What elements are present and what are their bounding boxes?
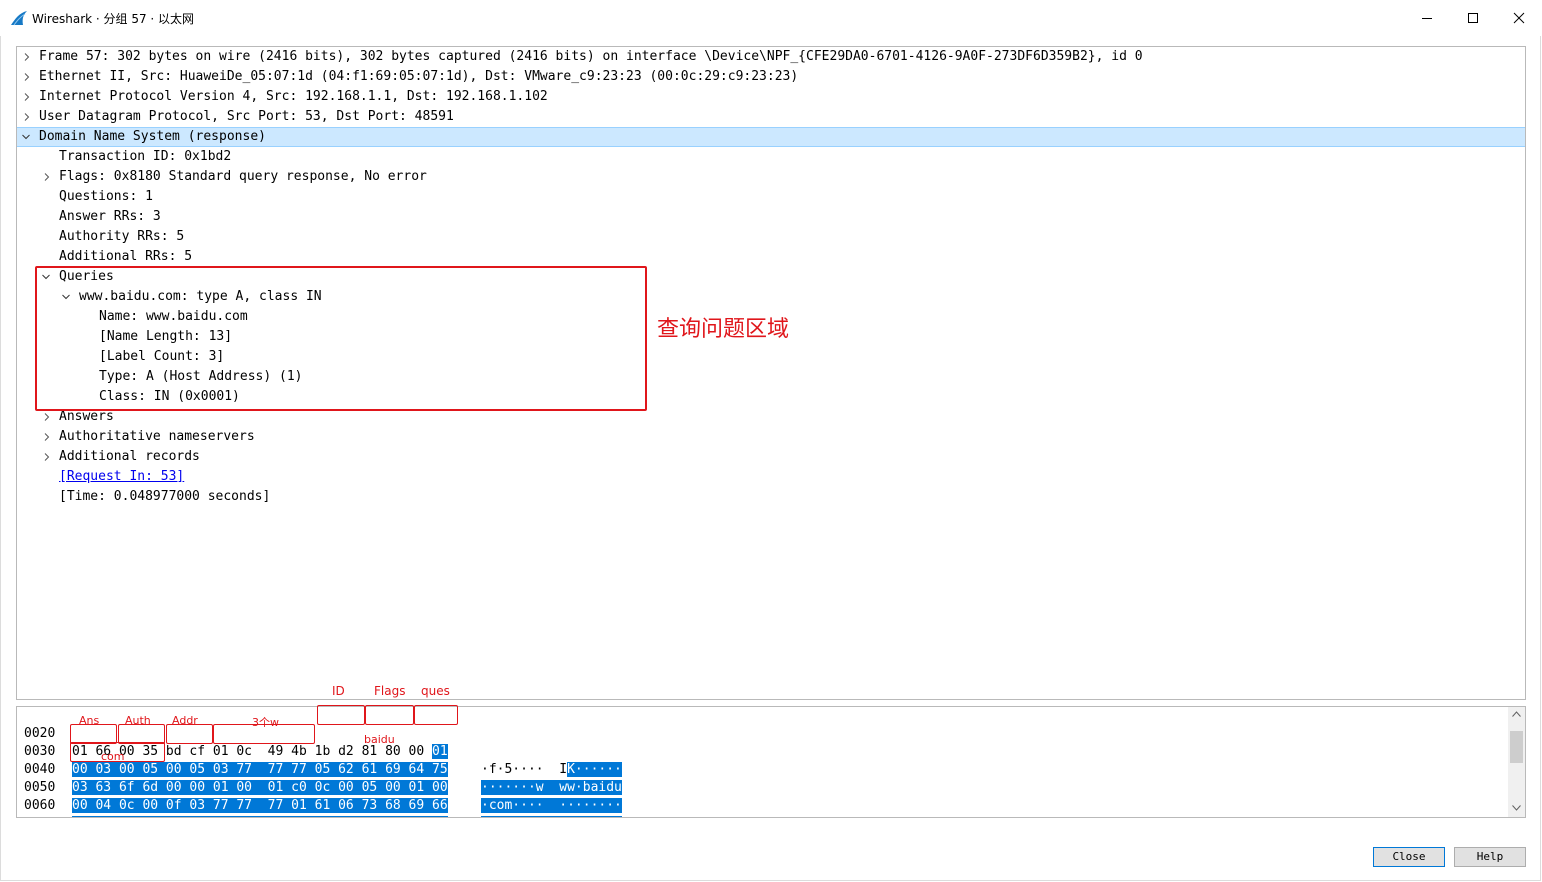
ans-bytes-annotation-box xyxy=(70,724,117,744)
chevron-right-icon[interactable] xyxy=(23,73,31,81)
addr-annotation-label: Addr xyxy=(172,714,198,727)
id-bytes-annotation-box xyxy=(317,705,365,725)
chevron-right-icon[interactable] xyxy=(43,173,51,181)
maximize-button[interactable] xyxy=(1450,0,1496,36)
ques-bytes-annotation-box xyxy=(414,705,458,725)
tree-row-text: User Datagram Protocol, Src Port: 53, Ds… xyxy=(39,109,454,124)
ans-annotation-label: Ans xyxy=(79,714,100,727)
minimize-icon xyxy=(1422,18,1432,19)
request-in-link[interactable]: [Request In: 53] xyxy=(59,467,184,487)
scroll-up-icon[interactable] xyxy=(1512,711,1521,717)
baidu-annotation-label: baidu xyxy=(364,733,395,746)
hex-row[interactable]: 0060 65 6e c0 16 c0 2b 00 01 00 01 00 00… xyxy=(17,779,637,817)
tree-row-udp[interactable]: User Datagram Protocol, Src Port: 53, Ds… xyxy=(17,107,1525,127)
chevron-right-icon[interactable] xyxy=(43,433,51,441)
com-annotation-label: com xyxy=(101,750,125,763)
tree-row-text: Authoritative nameservers xyxy=(59,429,255,444)
hex-row[interactable]: 0050 00 04 0c 00 0f 03 77 77 77 01 61 06… xyxy=(17,761,637,817)
queries-annotation-box xyxy=(35,266,647,411)
tree-row-text: Transaction ID: 0x1bd2 xyxy=(59,149,232,164)
tree-row-ipv4[interactable]: Internet Protocol Version 4, Src: 192.16… xyxy=(17,87,1525,107)
hex-dump-pane[interactable]: 0020 01 66 00 35 bd cf 01 0c 49 4b 1b d2… xyxy=(16,706,1526,818)
hex-offset: 0070 xyxy=(24,815,55,817)
tree-row-text: Additional records xyxy=(59,449,200,464)
window-title: Wireshark · 分组 57 · 以太网 xyxy=(32,12,195,26)
tree-row-text: Authority RRs: 5 xyxy=(59,229,185,244)
auth-annotation-label: Auth xyxy=(125,714,151,727)
ques-annotation-label: ques xyxy=(421,684,450,698)
tree-row-text: Questions: 1 xyxy=(59,189,153,204)
maximize-icon xyxy=(1468,13,1478,23)
tree-row-flags[interactable]: Flags: 0x8180 Standard query response, N… xyxy=(17,167,1525,187)
chevron-right-icon[interactable] xyxy=(43,413,51,421)
tree-row-transaction-id[interactable]: Transaction ID: 0x1bd2 xyxy=(17,147,1525,167)
tree-row-text: Answer RRs: 3 xyxy=(59,209,161,224)
tree-row-additional-rrs[interactable]: Additional RRs: 5 xyxy=(17,247,1525,267)
flags-annotation-label: Flags xyxy=(374,684,406,698)
close-button[interactable]: Close xyxy=(1373,847,1445,867)
scroll-thumb[interactable] xyxy=(1510,731,1523,763)
id-annotation-label: ID xyxy=(332,684,345,698)
tree-row-request-in[interactable]: [Request In: 53] xyxy=(17,467,1525,487)
three-w-annotation-label: 3个w xyxy=(252,716,279,729)
hex-bytes[interactable]: 65 6e c0 16 c0 2b 00 01 00 01 00 00 02 5… xyxy=(72,815,448,817)
tree-row-authoritative-nameservers[interactable]: Authoritative nameservers xyxy=(17,427,1525,447)
tree-row-text: Domain Name System (response) xyxy=(39,129,266,144)
wireshark-fin-icon xyxy=(10,10,28,26)
tree-row-dns[interactable]: Domain Name System (response) xyxy=(17,127,1525,147)
tree-row-text: Ethernet II, Src: HuaweiDe_05:07:1d (04:… xyxy=(39,69,799,84)
chevron-right-icon[interactable] xyxy=(23,53,31,61)
tree-row-text: Flags: 0x8180 Standard query response, N… xyxy=(59,169,427,184)
chevron-right-icon[interactable] xyxy=(23,113,31,121)
hex-row[interactable]: 0070 0e d7 b1 26 c0 2b 00 01 00 01 00 00… xyxy=(17,797,637,817)
tree-row-text: [Time: 0.048977000 seconds] xyxy=(59,489,271,504)
tree-row-additional-records[interactable]: Additional records xyxy=(17,447,1525,467)
chevron-right-icon[interactable] xyxy=(43,453,51,461)
queries-annotation-label: 查询问题区域 xyxy=(657,317,790,342)
flags-bytes-annotation-box xyxy=(365,705,414,725)
addr-bytes-annotation-box xyxy=(166,724,213,744)
hex-selected-segment: ······ww w·a·shif xyxy=(481,816,622,817)
help-button[interactable]: Help xyxy=(1454,847,1526,867)
tree-row-time[interactable]: [Time: 0.048977000 seconds] xyxy=(17,487,1525,507)
auth-bytes-annotation-box xyxy=(118,724,165,744)
title-bar: Wireshark · 分组 57 · 以太网 xyxy=(0,0,1542,36)
close-icon xyxy=(1513,12,1525,24)
chevron-down-icon[interactable] xyxy=(22,133,30,141)
tree-row-ethernet[interactable]: Ethernet II, Src: HuaweiDe_05:07:1d (04:… xyxy=(17,67,1525,87)
tree-row-text: Frame 57: 302 bytes on wire (2416 bits),… xyxy=(39,49,1143,64)
tree-row-text: Internet Protocol Version 4, Src: 192.16… xyxy=(39,89,548,104)
tree-row-questions[interactable]: Questions: 1 xyxy=(17,187,1525,207)
hex-selected-segment: 65 6e c0 16 c0 2b 00 01 00 01 00 00 02 5… xyxy=(72,816,448,817)
tree-row-authority-rrs[interactable]: Authority RRs: 5 xyxy=(17,227,1525,247)
hex-ascii[interactable]: ······ww w·a·shif xyxy=(481,815,622,817)
scroll-down-icon[interactable] xyxy=(1512,805,1521,811)
hex-vertical-scrollbar[interactable] xyxy=(1508,707,1525,817)
tree-row-answer-rrs[interactable]: Answer RRs: 3 xyxy=(17,207,1525,227)
chevron-right-icon[interactable] xyxy=(23,93,31,101)
minimize-button[interactable] xyxy=(1404,0,1450,36)
tree-row-text: Additional RRs: 5 xyxy=(59,249,193,264)
close-window-button[interactable] xyxy=(1496,0,1542,36)
tree-row-frame[interactable]: Frame 57: 302 bytes on wire (2416 bits),… xyxy=(17,47,1525,67)
